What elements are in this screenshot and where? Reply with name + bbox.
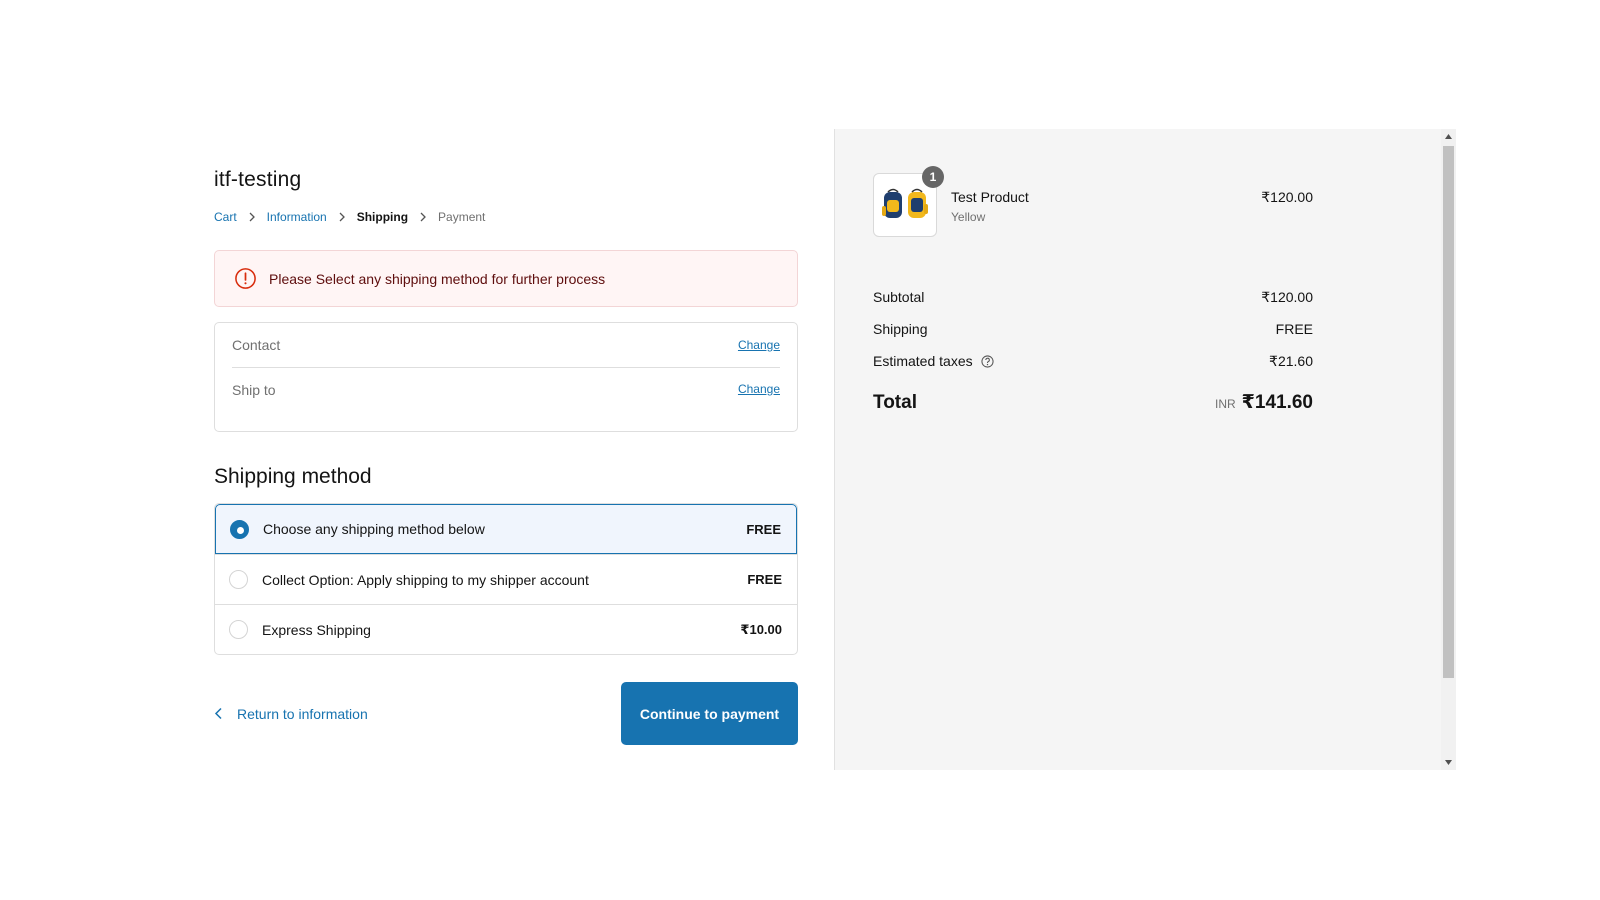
store-title: itf-testing — [214, 168, 302, 191]
scrollbar-thumb[interactable] — [1443, 146, 1454, 678]
total-value-group: INR ₹141.60 — [1215, 391, 1313, 414]
shipping-method-title: Shipping method — [214, 465, 372, 488]
chevron-right-icon — [327, 212, 357, 222]
chevron-left-icon — [214, 707, 222, 720]
product-name: Test Product — [951, 189, 1029, 205]
return-link-label: Return to information — [237, 705, 368, 722]
shipping-option-label: Express Shipping — [262, 621, 371, 638]
taxes-value: ₹21.60 — [1269, 352, 1313, 369]
quantity-badge: 1 — [922, 166, 944, 188]
taxes-label: Estimated taxes — [873, 353, 973, 369]
chevron-right-icon — [237, 212, 267, 222]
order-summary: 1 Test Product Yellow ₹120.00 Subtotal ₹… — [873, 166, 1313, 414]
product-price: ₹120.00 — [1261, 189, 1313, 205]
breadcrumb-shipping: Shipping — [356, 210, 409, 224]
chevron-right-icon — [408, 212, 438, 222]
cost-breakdown: Subtotal ₹120.00 Shipping FREE Estimated… — [873, 281, 1313, 414]
shipping-option-choose[interactable]: Choose any shipping method below FREE — [215, 504, 797, 554]
radio-button[interactable] — [229, 570, 248, 589]
return-to-information-link[interactable]: Return to information — [214, 706, 368, 722]
change-ship-to-link[interactable]: Change — [738, 382, 780, 396]
product-variant: Yellow — [951, 210, 986, 224]
subtotal-value: ₹120.00 — [1261, 288, 1313, 305]
currency-code: INR — [1214, 397, 1236, 411]
alert-circle-icon — [235, 268, 256, 289]
breadcrumb-cart[interactable]: Cart — [214, 210, 237, 224]
change-contact-link[interactable]: Change — [738, 338, 780, 352]
shipping-label: Shipping — [873, 321, 928, 337]
taxes-label-group: Estimated taxes — [873, 353, 994, 369]
ship-to-row: Ship to Change — [232, 367, 780, 431]
ship-to-label: Ship to — [232, 382, 276, 398]
total-label: Total — [873, 391, 917, 413]
backpack-image-icon — [882, 188, 928, 218]
contact-row: Contact Change — [232, 323, 780, 367]
shipping-method-list: Choose any shipping method below FREE Co… — [214, 503, 798, 655]
review-block: Contact Change Ship to Change — [214, 322, 798, 432]
shipping-option-label: Choose any shipping method below — [263, 521, 485, 537]
error-message: Please Select any shipping method for fu… — [269, 270, 606, 287]
shipping-option-express[interactable]: Express Shipping ₹10.00 — [215, 604, 797, 654]
contact-label: Contact — [232, 337, 281, 353]
shipping-row: Shipping FREE — [873, 313, 1313, 345]
total-value: ₹141.60 — [1241, 392, 1313, 413]
step-actions: Return to information Continue to paymen… — [214, 682, 798, 745]
subtotal-row: Subtotal ₹120.00 — [873, 281, 1313, 313]
shipping-option-price: ₹10.00 — [740, 621, 782, 637]
radio-button[interactable] — [230, 519, 249, 539]
line-item: 1 Test Product Yellow ₹120.00 — [873, 166, 1313, 237]
continue-to-payment-button[interactable]: Continue to payment — [621, 682, 798, 745]
error-banner: Please Select any shipping method for fu… — [214, 250, 798, 307]
checkout-main: itf-testing Cart Information Shipping Pa… — [214, 160, 798, 745]
help-circle-icon[interactable] — [981, 354, 994, 368]
radio-button[interactable] — [229, 620, 248, 639]
product-image: 1 — [873, 166, 944, 237]
breadcrumb: Cart Information Shipping Payment — [214, 210, 798, 224]
shipping-option-collect[interactable]: Collect Option: Apply shipping to my shi… — [215, 554, 797, 604]
scroll-up-arrow-icon[interactable] — [1441, 129, 1456, 144]
order-summary-panel: 1 Test Product Yellow ₹120.00 Subtotal ₹… — [834, 129, 1456, 770]
scroll-down-arrow-icon[interactable] — [1441, 755, 1456, 770]
shipping-option-price: FREE — [747, 572, 782, 587]
shipping-option-label: Collect Option: Apply shipping to my shi… — [262, 571, 589, 588]
product-info: Test Product Yellow — [951, 189, 1261, 224]
breadcrumb-information[interactable]: Information — [267, 210, 327, 224]
shipping-value: FREE — [1275, 321, 1313, 337]
total-row: Total INR ₹141.60 — [873, 391, 1313, 414]
subtotal-label: Subtotal — [873, 289, 925, 305]
shipping-option-price: FREE — [746, 521, 781, 537]
taxes-row: Estimated taxes ₹21.60 — [873, 345, 1313, 377]
breadcrumb-payment: Payment — [438, 210, 486, 224]
scrollbar[interactable] — [1441, 129, 1456, 770]
